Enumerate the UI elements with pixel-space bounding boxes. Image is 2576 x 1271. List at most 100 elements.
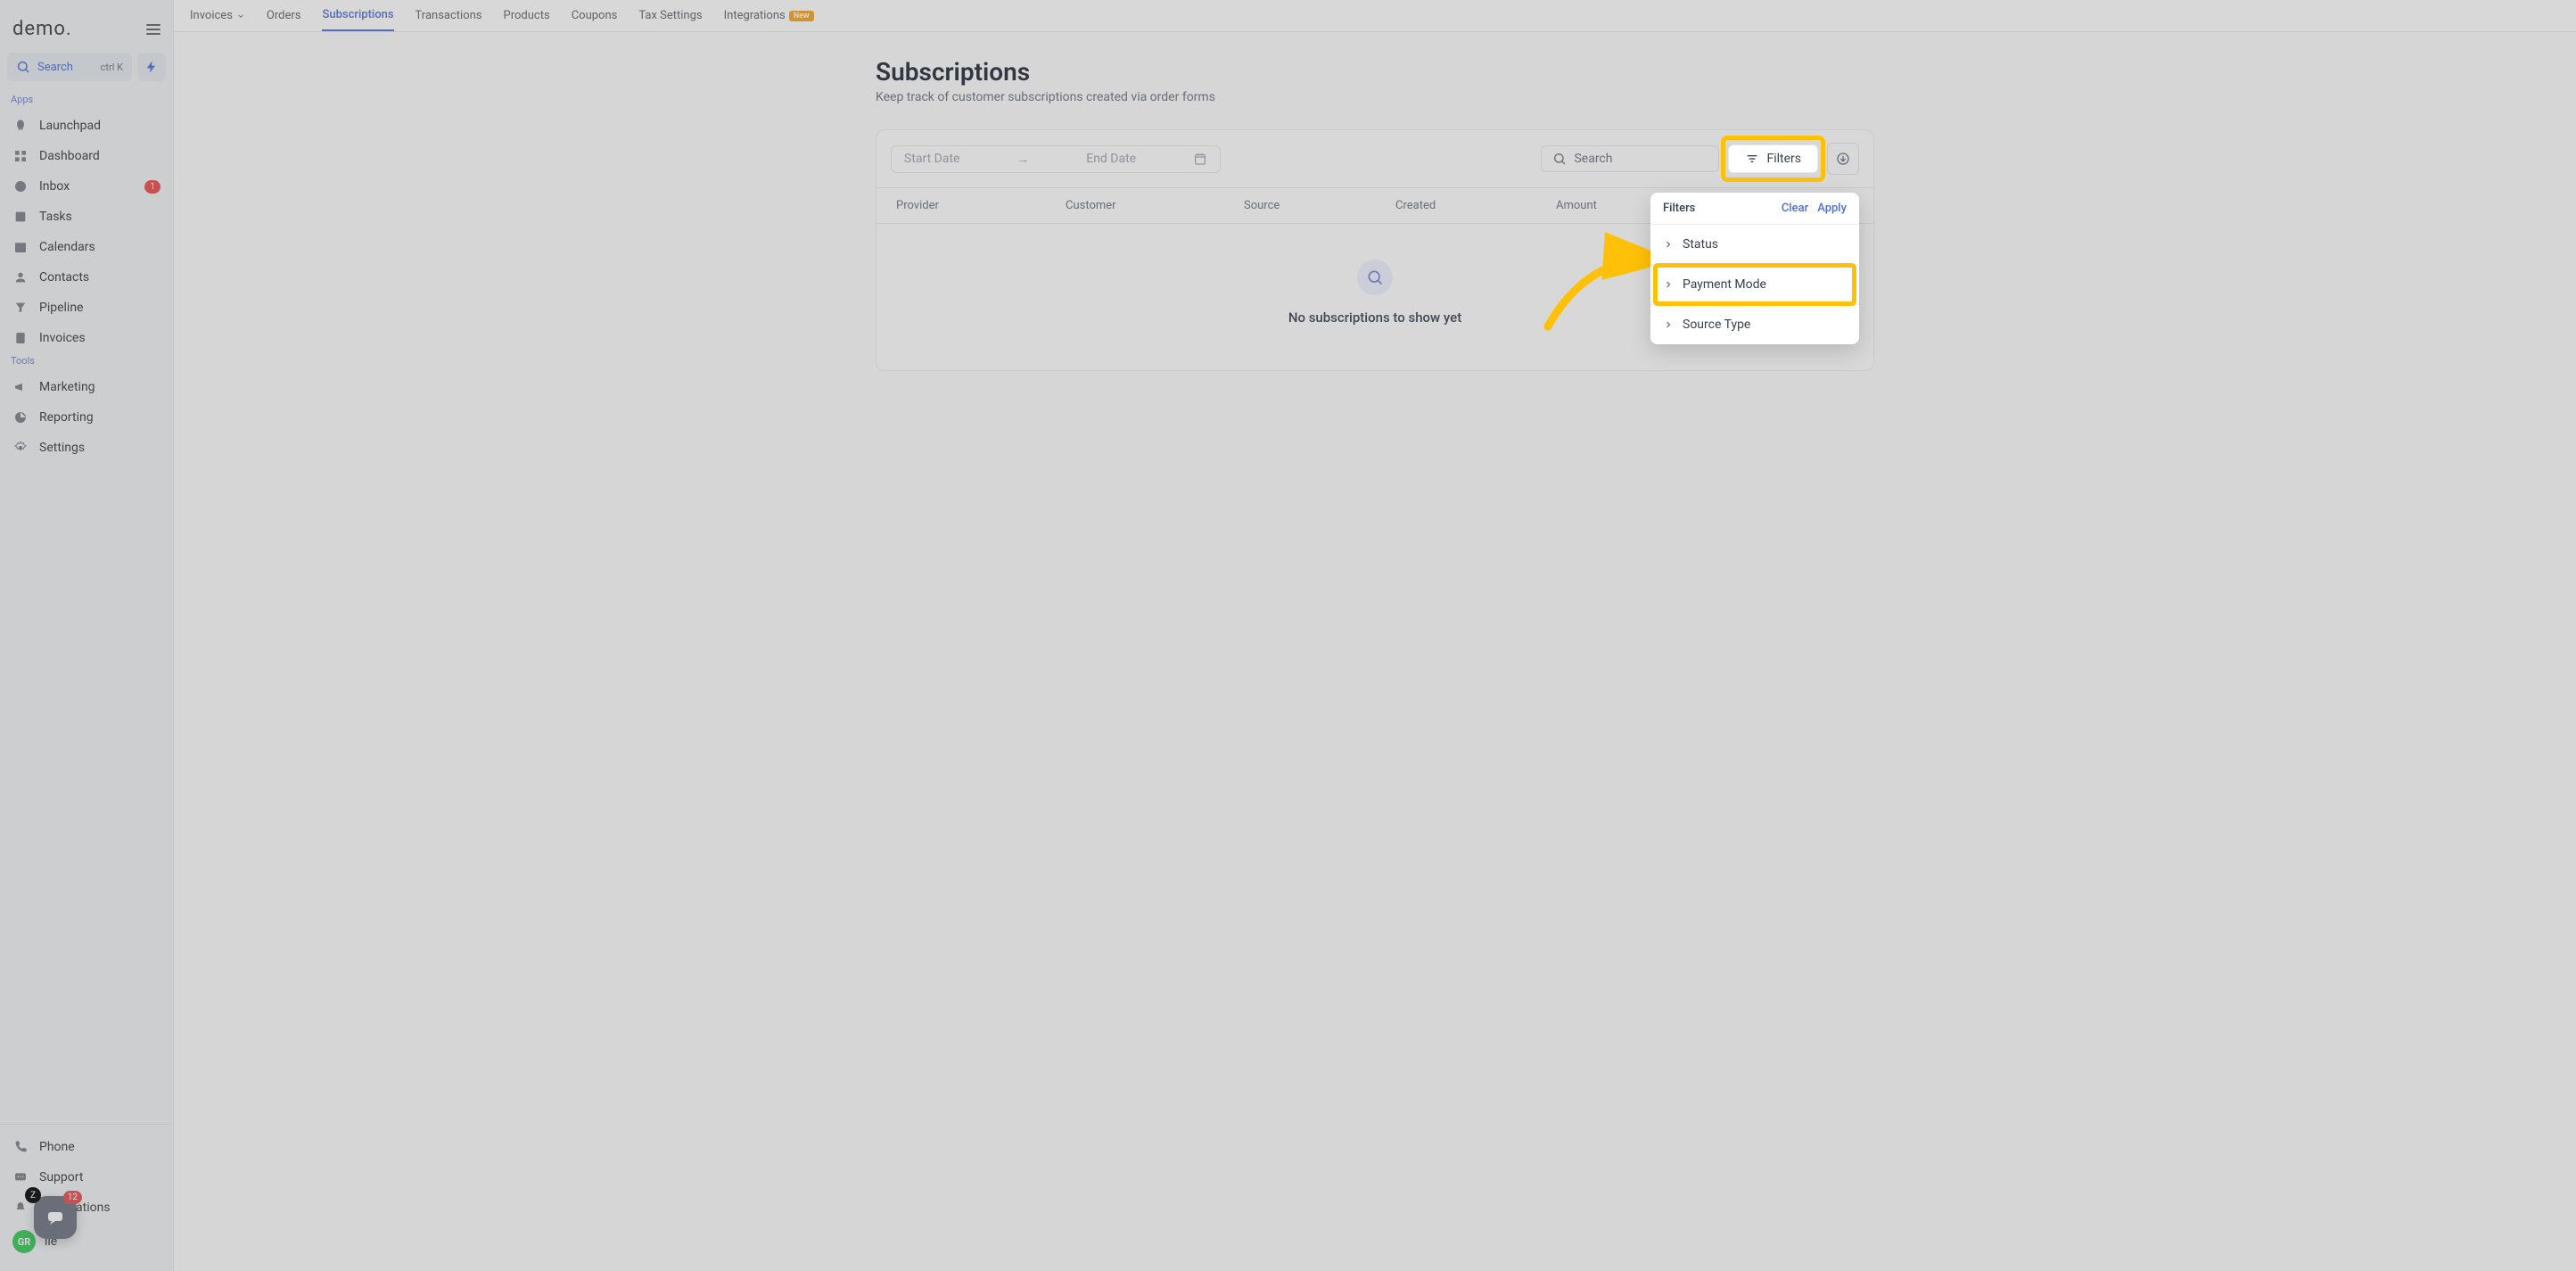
- avatar: GR: [12, 1230, 36, 1253]
- start-date-placeholder: Start Date: [904, 152, 959, 166]
- nav-pipeline[interactable]: Pipeline: [0, 293, 173, 323]
- phone-icon: [12, 1139, 29, 1155]
- support-notif-count: 12: [63, 1191, 82, 1204]
- filter-payment-mode[interactable]: Payment Mode: [1650, 264, 1859, 304]
- dashboard-icon: [12, 148, 29, 164]
- nav-settings[interactable]: Settings: [0, 433, 173, 463]
- chevron-right-icon: [1663, 239, 1674, 250]
- filter-label: Payment Mode: [1683, 277, 1766, 292]
- nav-label: Settings: [39, 441, 85, 455]
- date-range-picker[interactable]: Start Date → End Date: [891, 145, 1221, 173]
- inbox-badge: 1: [144, 180, 160, 194]
- filter-source-type[interactable]: Source Type: [1650, 304, 1859, 344]
- fp-title: Filters: [1663, 202, 1695, 215]
- tab-transactions[interactable]: Transactions: [416, 0, 482, 31]
- sidebar: demo. Search ctrl K Apps L: [0, 0, 174, 1271]
- invoices-icon: [12, 330, 29, 346]
- download-button[interactable]: [1827, 143, 1859, 175]
- topnav: Invoices Orders Subscriptions Transactio…: [174, 0, 2576, 32]
- tab-label: Products: [504, 9, 550, 22]
- tab-orders[interactable]: Orders: [267, 0, 301, 31]
- bolt-button[interactable]: [137, 53, 166, 81]
- inbox-icon: [12, 178, 29, 194]
- tab-label: Transactions: [416, 9, 482, 22]
- new-badge: New: [789, 11, 814, 21]
- tab-label: Coupons: [572, 9, 618, 22]
- nav-phone[interactable]: Phone: [0, 1132, 173, 1162]
- nav-invoices[interactable]: Invoices: [0, 323, 173, 353]
- bell-icon: [12, 1200, 29, 1216]
- tasks-icon: [12, 209, 29, 225]
- nav-label: Contacts: [39, 270, 89, 285]
- logo: demo.: [12, 18, 72, 40]
- calendar-icon: [12, 239, 29, 255]
- nav-label: Support: [39, 1170, 83, 1184]
- search-shortcut: ctrl K: [101, 62, 123, 73]
- nav-label: Reporting: [39, 410, 94, 425]
- nav-marketing[interactable]: Marketing: [0, 372, 173, 402]
- support-bubble[interactable]: Z 12: [34, 1196, 77, 1239]
- filters-popover: Filters Clear Apply Status: [1650, 193, 1859, 344]
- megaphone-icon: [12, 379, 29, 395]
- page-title: Subscriptions: [876, 57, 1874, 87]
- nav-profile[interactable]: GR ile: [0, 1223, 173, 1260]
- tab-coupons[interactable]: Coupons: [572, 0, 618, 31]
- nav-label: Inbox: [39, 179, 70, 194]
- hamburger-icon[interactable]: [146, 24, 160, 35]
- gear-icon: [12, 440, 29, 456]
- nav-label: Phone: [39, 1140, 75, 1154]
- nav-launchpad[interactable]: Launchpad: [0, 111, 173, 141]
- page-subtitle: Keep track of customer subscriptions cre…: [876, 90, 1874, 104]
- search-label: Search: [37, 61, 94, 74]
- nav-calendars[interactable]: Calendars: [0, 232, 173, 262]
- tab-integrations[interactable]: Integrations New: [724, 0, 814, 31]
- clear-link[interactable]: Clear: [1782, 202, 1808, 215]
- global-search[interactable]: Search ctrl K: [7, 53, 132, 81]
- contacts-icon: [12, 269, 29, 285]
- col-provider: Provider: [896, 199, 1066, 212]
- filter-icon: [1745, 152, 1759, 166]
- filter-status[interactable]: Status: [1650, 224, 1859, 264]
- col-created: Created: [1395, 199, 1556, 212]
- nav-inbox[interactable]: Inbox 1: [0, 171, 173, 202]
- nav-tasks[interactable]: Tasks: [0, 202, 173, 232]
- nav-reporting[interactable]: Reporting: [0, 402, 173, 433]
- chevron-down-icon: [236, 12, 245, 21]
- search-placeholder: Search: [1574, 152, 1612, 166]
- z-badge: Z: [25, 1187, 41, 1203]
- filter-label: Status: [1683, 237, 1718, 252]
- tab-tax-settings[interactable]: Tax Settings: [638, 0, 702, 31]
- tab-label: Orders: [267, 9, 301, 22]
- nav-contacts[interactable]: Contacts: [0, 262, 173, 293]
- section-apps: Apps: [0, 92, 173, 111]
- nav-dashboard[interactable]: Dashboard: [0, 141, 173, 171]
- tab-products[interactable]: Products: [504, 0, 550, 31]
- search-icon: [1552, 152, 1567, 166]
- filter-label: Source Type: [1683, 318, 1750, 332]
- chevron-right-icon: [1663, 279, 1674, 290]
- end-date-placeholder: End Date: [1086, 152, 1136, 166]
- main: Invoices Orders Subscriptions Transactio…: [174, 0, 2576, 1271]
- empty-text: No subscriptions to show yet: [1288, 309, 1461, 326]
- col-amount: Amount: [1556, 199, 1645, 212]
- col-source: Source: [1244, 199, 1395, 212]
- tab-invoices[interactable]: Invoices: [190, 0, 245, 31]
- apply-link[interactable]: Apply: [1817, 202, 1847, 215]
- reporting-icon: [12, 409, 29, 425]
- subscriptions-card: Start Date → End Date: [876, 129, 1874, 371]
- nav-label: Calendars: [39, 240, 95, 254]
- pipeline-icon: [12, 300, 29, 316]
- nav-label: Invoices: [39, 331, 86, 345]
- chat-icon: [12, 1169, 29, 1185]
- nav-label: Marketing: [39, 380, 95, 394]
- nav-label: Launchpad: [39, 119, 101, 133]
- nav-label: Pipeline: [39, 301, 84, 315]
- filters-label: Filters: [1766, 152, 1801, 166]
- nav-label: Dashboard: [39, 149, 100, 163]
- filters-button[interactable]: Filters: [1728, 144, 1818, 173]
- tab-label: Tax Settings: [638, 9, 702, 22]
- tab-subscriptions[interactable]: Subscriptions: [322, 0, 393, 31]
- nav-support[interactable]: Support: [0, 1162, 173, 1193]
- table-search[interactable]: Search: [1541, 145, 1719, 172]
- col-customer: Customer: [1066, 199, 1244, 212]
